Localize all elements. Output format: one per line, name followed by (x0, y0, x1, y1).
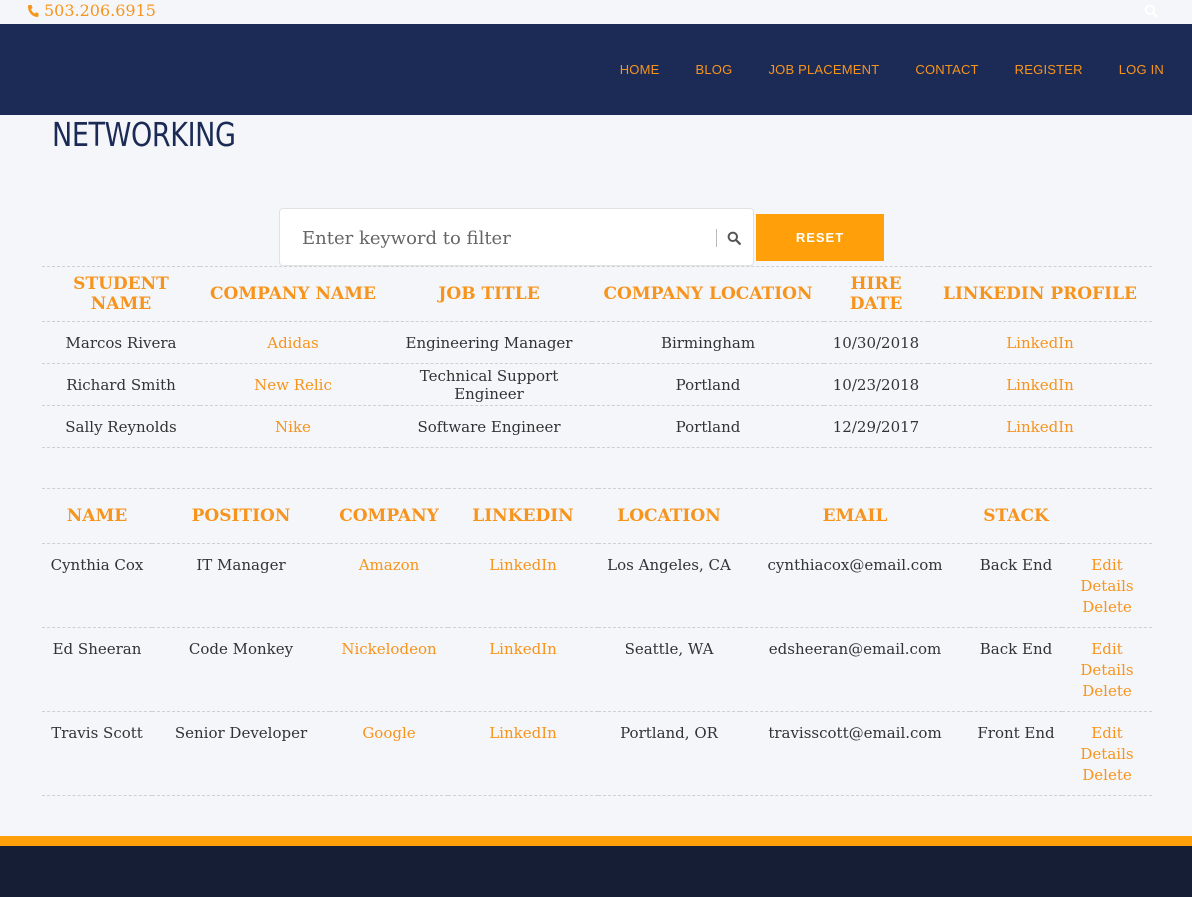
contact-stack: Back End (970, 627, 1062, 712)
company-link[interactable]: Nickelodeon (330, 627, 448, 712)
details-link[interactable]: Details (1062, 744, 1152, 765)
phone-contact[interactable]: 503.206.6915 (27, 1, 156, 20)
hire-date: 10/30/2018 (824, 321, 928, 364)
company-link[interactable]: Nike (200, 405, 386, 448)
placements-table: STUDENT NAME COMPANY NAME JOB TITLE COMP… (42, 266, 1152, 448)
contact-email: travisscott@email.com (740, 711, 970, 796)
header-company-name[interactable]: COMPANY NAME (200, 266, 386, 322)
header-student-name[interactable]: STUDENT NAME (42, 266, 200, 322)
table-row: Travis Scott Senior Developer Google Lin… (42, 711, 1152, 796)
search-icon[interactable] (727, 231, 741, 245)
company-link[interactable]: Adidas (200, 321, 386, 364)
nav-register[interactable]: REGISTER (1015, 62, 1083, 77)
table-header-row: NAME POSITION COMPANY LINKEDIN LOCATION … (42, 488, 1152, 544)
company-link[interactable]: Amazon (330, 543, 448, 628)
hire-date: 10/23/2018 (824, 363, 928, 406)
contact-name: Travis Scott (42, 711, 152, 796)
student-name: Marcos Rivera (42, 321, 200, 364)
contact-location: Los Angeles, CA (598, 543, 740, 628)
nav-blog[interactable]: BLOG (696, 62, 733, 77)
phone-icon (28, 4, 39, 17)
student-name: Richard Smith (42, 363, 200, 406)
filter-divider (716, 229, 717, 247)
header-job-title[interactable]: JOB TITLE (386, 266, 592, 322)
contact-position: Code Monkey (152, 627, 330, 712)
nav-log-in[interactable]: LOG IN (1119, 62, 1164, 77)
search-icon[interactable] (1144, 4, 1158, 18)
table-row: Ed Sheeran Code Monkey Nickelodeon Linke… (42, 627, 1152, 712)
table-row: Richard Smith New Relic Technical Suppor… (42, 363, 1152, 406)
company-location: Birmingham (592, 321, 824, 364)
header-actions (1062, 488, 1152, 544)
details-link[interactable]: Details (1062, 660, 1152, 681)
row-actions: Edit Details Delete (1062, 711, 1152, 796)
edit-link[interactable]: Edit (1062, 555, 1152, 576)
table-row: Marcos Rivera Adidas Engineering Manager… (42, 321, 1152, 364)
contact-email: cynthiacox@email.com (740, 543, 970, 628)
header-email[interactable]: EMAIL (740, 488, 970, 544)
table-row: Cynthia Cox IT Manager Amazon LinkedIn L… (42, 543, 1152, 628)
linkedin-link[interactable]: LinkedIn (448, 711, 598, 796)
nav-contact[interactable]: CONTACT (915, 62, 978, 77)
contact-position: IT Manager (152, 543, 330, 628)
top-bar: 503.206.6915 (0, 0, 1192, 24)
phone-number: 503.206.6915 (44, 1, 156, 20)
contact-location: Portland, OR (598, 711, 740, 796)
student-name: Sally Reynolds (42, 405, 200, 448)
job-title: Technical Support Engineer (386, 363, 592, 406)
contacts-table: NAME POSITION COMPANY LINKEDIN LOCATION … (42, 488, 1152, 796)
linkedin-link[interactable]: LinkedIn (928, 321, 1152, 364)
header-name[interactable]: NAME (42, 488, 152, 544)
linkedin-link[interactable]: LinkedIn (448, 627, 598, 712)
job-title: Software Engineer (386, 405, 592, 448)
header-hire-date[interactable]: HIRE DATE (824, 266, 928, 322)
contact-location: Seattle, WA (598, 627, 740, 712)
table-header-row: STUDENT NAME COMPANY NAME JOB TITLE COMP… (42, 266, 1152, 322)
delete-link[interactable]: Delete (1062, 765, 1152, 786)
header-stack[interactable]: STACK (970, 488, 1062, 544)
table-row: Sally Reynolds Nike Software Engineer Po… (42, 405, 1152, 448)
details-link[interactable]: Details (1062, 576, 1152, 597)
contact-email: edsheeran@email.com (740, 627, 970, 712)
header-company-location[interactable]: COMPANY LOCATION (592, 266, 824, 322)
contact-stack: Front End (970, 711, 1062, 796)
header-position[interactable]: POSITION (152, 488, 330, 544)
page-title: NETWORKING (52, 115, 236, 154)
footer-accent-stripe (0, 836, 1192, 846)
delete-link[interactable]: Delete (1062, 681, 1152, 702)
edit-link[interactable]: Edit (1062, 723, 1152, 744)
contact-stack: Back End (970, 543, 1062, 628)
header-linkedin[interactable]: LINKEDIN (448, 488, 598, 544)
job-title: Engineering Manager (386, 321, 592, 364)
nav-home[interactable]: HOME (620, 62, 660, 77)
company-link[interactable]: Google (330, 711, 448, 796)
linkedin-link[interactable]: LinkedIn (448, 543, 598, 628)
linkedin-link[interactable]: LinkedIn (928, 363, 1152, 406)
company-location: Portland (592, 363, 824, 406)
filter-input[interactable] (302, 223, 707, 253)
linkedin-link[interactable]: LinkedIn (928, 405, 1152, 448)
company-link[interactable]: New Relic (200, 363, 386, 406)
nav-menu: HOME BLOG JOB PLACEMENT CONTACT REGISTER… (620, 24, 1164, 115)
edit-link[interactable]: Edit (1062, 639, 1152, 660)
nav-job-placement[interactable]: JOB PLACEMENT (768, 62, 879, 77)
footer (0, 846, 1192, 897)
main-navbar: HOME BLOG JOB PLACEMENT CONTACT REGISTER… (0, 24, 1192, 115)
contact-name: Cynthia Cox (42, 543, 152, 628)
delete-link[interactable]: Delete (1062, 597, 1152, 618)
reset-button[interactable]: RESET (756, 214, 884, 261)
header-linkedin-profile[interactable]: LINKEDIN PROFILE (928, 266, 1152, 322)
row-actions: Edit Details Delete (1062, 627, 1152, 712)
row-actions: Edit Details Delete (1062, 543, 1152, 628)
header-company[interactable]: COMPANY (330, 488, 448, 544)
filter-box (279, 208, 754, 266)
hire-date: 12/29/2017 (824, 405, 928, 448)
contact-position: Senior Developer (152, 711, 330, 796)
header-location[interactable]: LOCATION (598, 488, 740, 544)
contact-name: Ed Sheeran (42, 627, 152, 712)
company-location: Portland (592, 405, 824, 448)
